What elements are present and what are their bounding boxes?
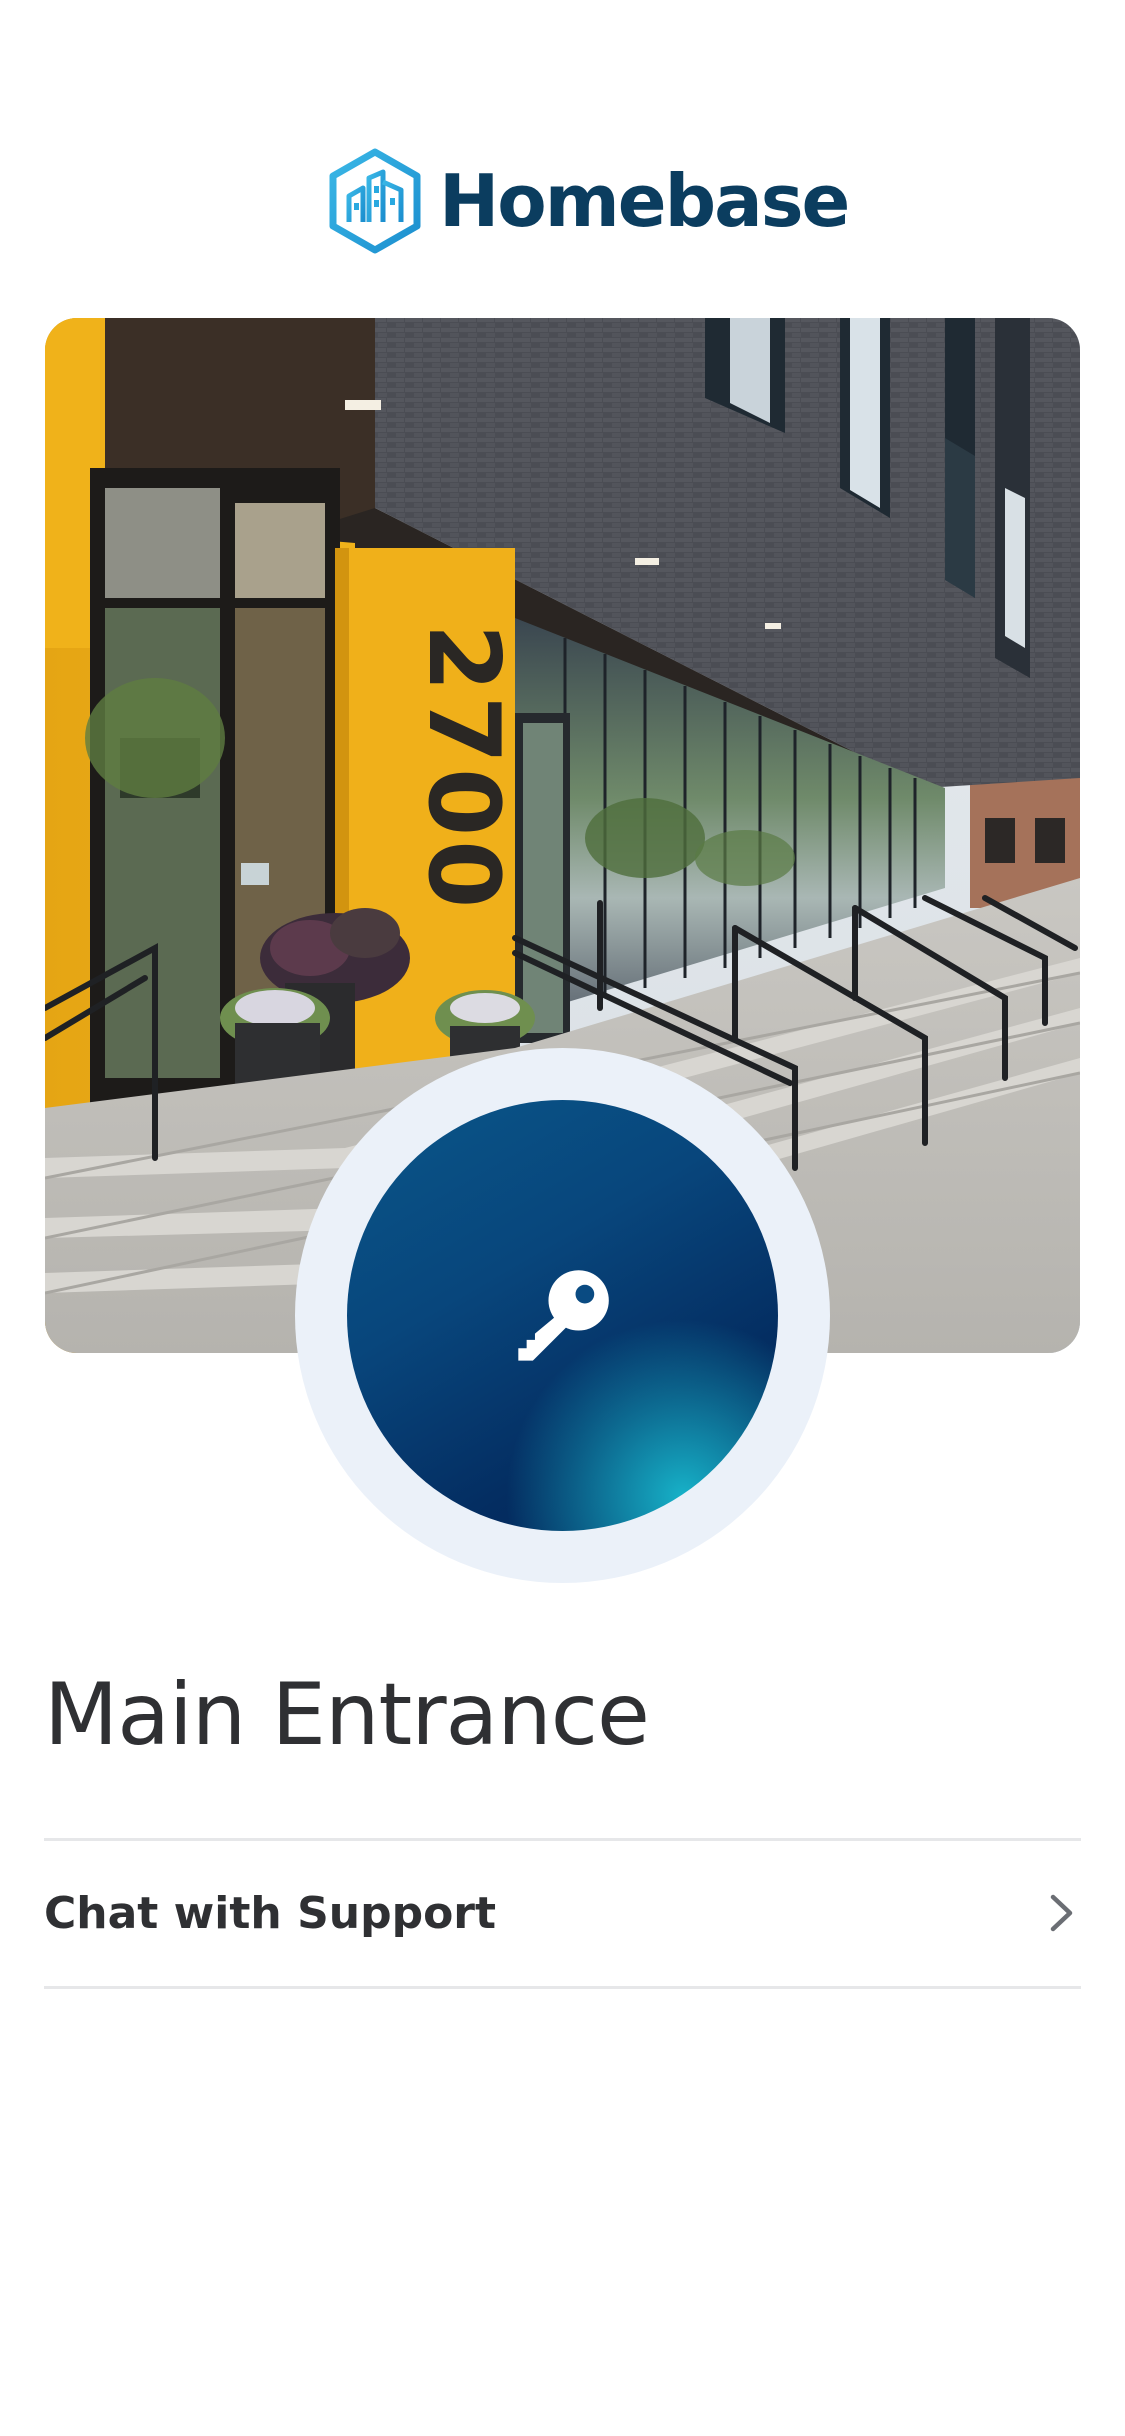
brand-name: Homebase (439, 159, 850, 243)
key-icon (518, 1270, 609, 1361)
unlock-badge-ring (295, 1048, 830, 1583)
door-name-title: Main Entrance (44, 1665, 650, 1765)
divider-bottom (44, 1986, 1081, 1989)
building-number: 2700 (406, 624, 520, 913)
chat-with-support-row[interactable]: Chat with Support (44, 1840, 1081, 1986)
chat-with-support-label: Chat with Support (44, 1887, 497, 1939)
chevron-right-icon (1050, 1894, 1073, 1932)
door-detail-screen: Homebase 2700 Main Entrance Chat with Su… (0, 0, 1125, 2436)
homebase-logo: Homebase (325, 148, 850, 254)
homebase-logo-icon (329, 148, 421, 254)
unlock-key-button[interactable] (347, 1100, 778, 1531)
